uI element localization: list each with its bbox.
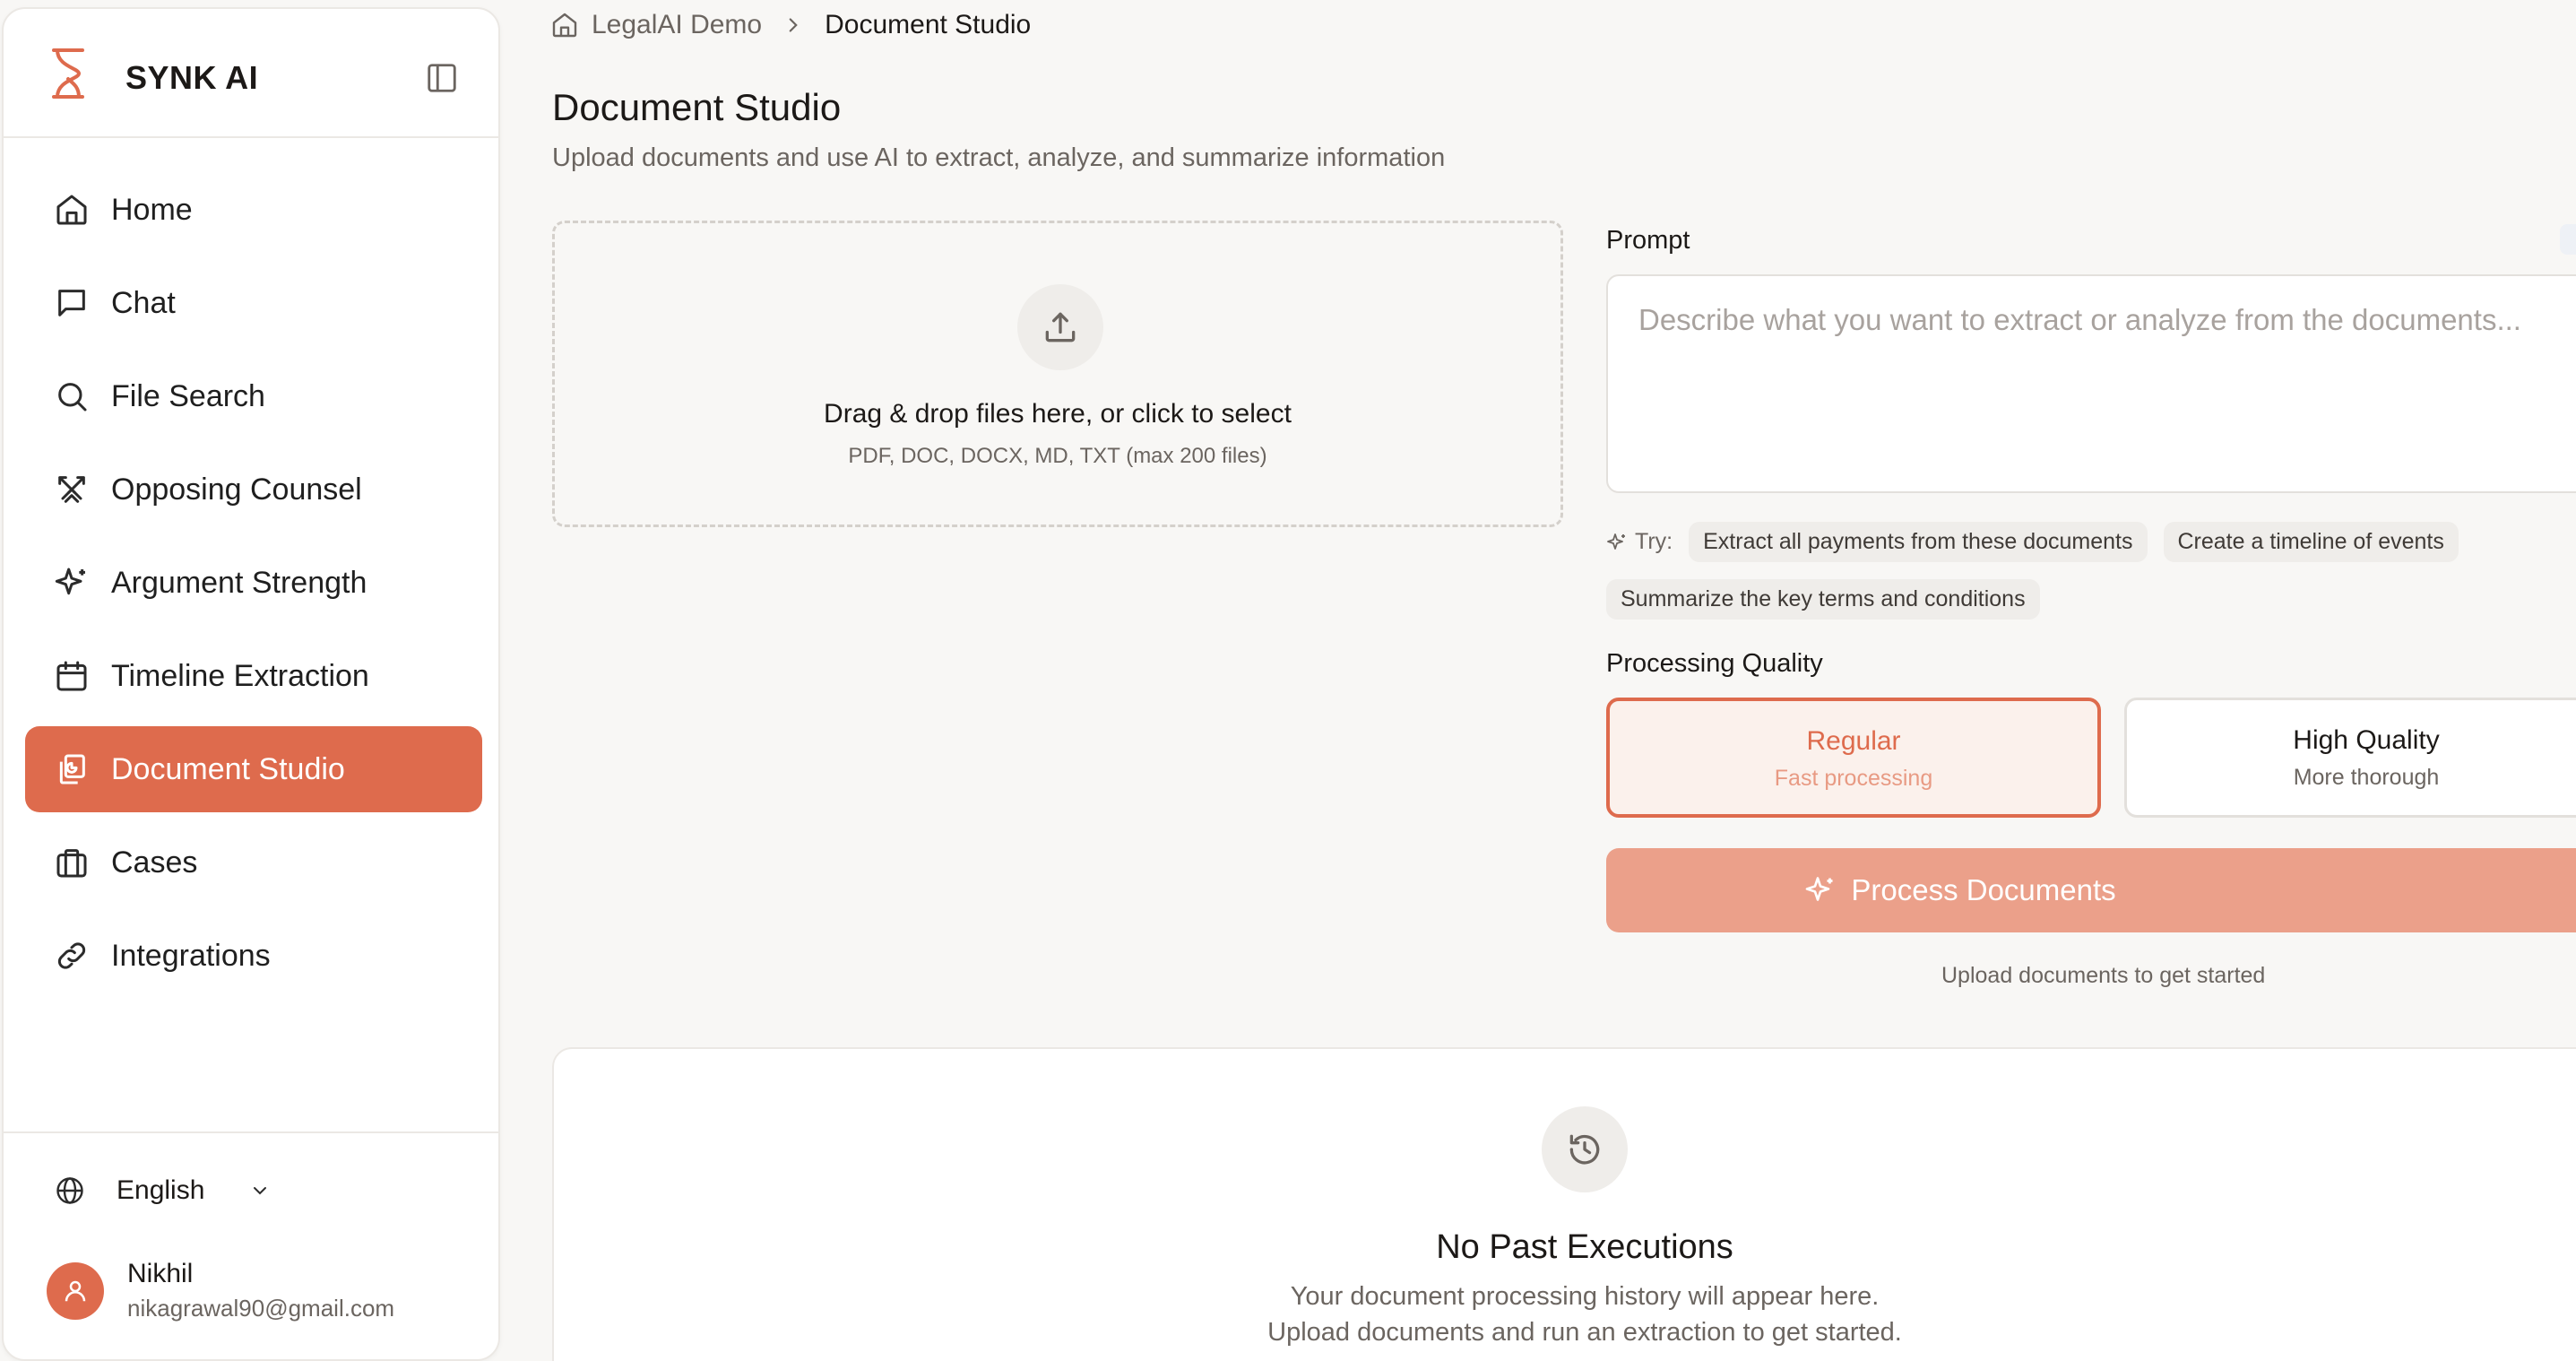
process-button-label: Process Documents [1851, 873, 2116, 906]
empty-state-title: No Past Executions [1436, 1228, 1733, 1266]
prompt-input[interactable] [1606, 274, 2576, 493]
chat-icon [54, 285, 90, 321]
brand-name: SYNK AI [125, 59, 259, 96]
sparkles-icon [1606, 532, 1628, 553]
file-dropzone[interactable]: Drag & drop files here, or click to sele… [552, 221, 1563, 527]
chevron-right-icon [782, 13, 805, 37]
suggestion-chip[interactable]: Summarize the key terms and conditions [1606, 579, 2040, 620]
history-icon [1542, 1106, 1628, 1192]
dropzone-title: Drag & drop files here, or click to sele… [824, 399, 1292, 429]
avatar [47, 1261, 104, 1320]
quality-option-desc: Fast processing [1774, 766, 1933, 791]
empty-state-text: Upload documents and run an extraction t… [1267, 1318, 1902, 1347]
search-icon [54, 378, 90, 414]
process-documents-button[interactable]: Process Documents [1606, 848, 2576, 932]
breadcrumb-current: Document Studio [825, 10, 1032, 39]
sidebar-item-label: Chat [111, 285, 176, 320]
sidebar-item-timeline-extraction[interactable]: Timeline Extraction [25, 633, 482, 719]
language-label: English [117, 1175, 205, 1205]
home-icon [54, 192, 90, 228]
processing-quality-label: Processing Quality [1606, 649, 1823, 678]
sidebar-item-label: Home [111, 192, 193, 227]
home-icon[interactable] [550, 11, 579, 39]
breadcrumb: LegalAI Demo Document Studio [550, 7, 1031, 43]
prompt-tag-badge [2560, 224, 2576, 255]
page-subtitle: Upload documents and use AI to extract, … [552, 143, 1446, 172]
past-executions-panel: No Past Executions Your document process… [552, 1047, 2576, 1361]
breadcrumb-root[interactable]: LegalAI Demo [592, 10, 762, 40]
calendar-icon [54, 658, 90, 694]
sidebar-item-argument-strength[interactable]: Argument Strength [25, 540, 482, 626]
prompt-suggestions-row-2: Summarize the key terms and conditions [1606, 579, 2056, 620]
link-icon [54, 938, 90, 974]
suggestion-chip[interactable]: Extract all payments from these document… [1689, 522, 2148, 562]
sidebar-item-label: Integrations [111, 938, 271, 973]
globe-icon [54, 1175, 86, 1207]
process-helper-text: Upload documents to get started [1941, 963, 2266, 988]
sidebar-item-integrations[interactable]: Integrations [25, 913, 482, 999]
sidebar-toggle-icon[interactable] [425, 61, 459, 95]
sidebar-item-document-studio[interactable]: Document Studio [25, 726, 482, 812]
sidebar-nav: Home Chat File Search Opposing Counsel A… [25, 167, 482, 1006]
sidebar-item-file-search[interactable]: File Search [25, 353, 482, 439]
sidebar-item-opposing-counsel[interactable]: Opposing Counsel [25, 446, 482, 533]
sidebar-item-label: Timeline Extraction [111, 658, 369, 693]
user-icon [65, 1280, 86, 1301]
quality-option-regular[interactable]: Regular Fast processing [1606, 698, 2101, 818]
sidebar: SYNK AI Home Chat File Search Opposing C… [2, 7, 500, 1361]
sidebar-item-label: Opposing Counsel [111, 472, 362, 507]
quality-option-name: Regular [1806, 726, 1901, 756]
chevron-down-icon [249, 1180, 271, 1201]
language-selector[interactable]: English [54, 1175, 271, 1207]
quality-option-name: High Quality [2293, 725, 2440, 755]
try-label: Try: [1606, 529, 1673, 555]
sidebar-item-chat[interactable]: Chat [25, 260, 482, 346]
sidebar-item-cases[interactable]: Cases [25, 819, 482, 906]
prompt-label: Prompt [1606, 226, 1690, 255]
suggestion-chip[interactable]: Create a timeline of events [2163, 522, 2459, 562]
briefcase-icon [54, 845, 90, 880]
sparkles-icon [1804, 874, 1837, 906]
quality-option-high[interactable]: High Quality More thorough [2124, 698, 2576, 818]
prompt-suggestions: Try: Extract all payments from these doc… [1606, 522, 2475, 562]
documents-icon [54, 751, 90, 787]
sidebar-item-label: Argument Strength [111, 565, 367, 600]
sidebar-item-label: File Search [111, 378, 265, 413]
quality-option-desc: More thorough [2293, 765, 2440, 790]
sidebar-item-home[interactable]: Home [25, 167, 482, 253]
sidebar-header: SYNK AI [4, 9, 498, 138]
user-email: nikagrawal90@gmail.com [127, 1295, 395, 1322]
swords-icon [54, 472, 90, 507]
sidebar-item-label: Document Studio [111, 751, 345, 786]
user-name: Nikhil [127, 1259, 194, 1288]
page-title: Document Studio [552, 86, 842, 128]
dropzone-file-types: PDF, DOC, DOCX, MD, TXT (max 200 files) [848, 444, 1267, 468]
hourglass-logo-icon [48, 47, 88, 100]
sidebar-footer: English Nikhil nikagrawal90@gmail.com [4, 1131, 498, 1322]
sidebar-item-label: Cases [111, 845, 198, 880]
empty-state-text: Your document processing history will ap… [1290, 1282, 1880, 1311]
sparkles-icon [54, 565, 90, 601]
try-text: Try: [1635, 529, 1673, 554]
user-profile[interactable]: Nikhil nikagrawal90@gmail.com [47, 1259, 394, 1322]
upload-icon [1017, 284, 1103, 370]
